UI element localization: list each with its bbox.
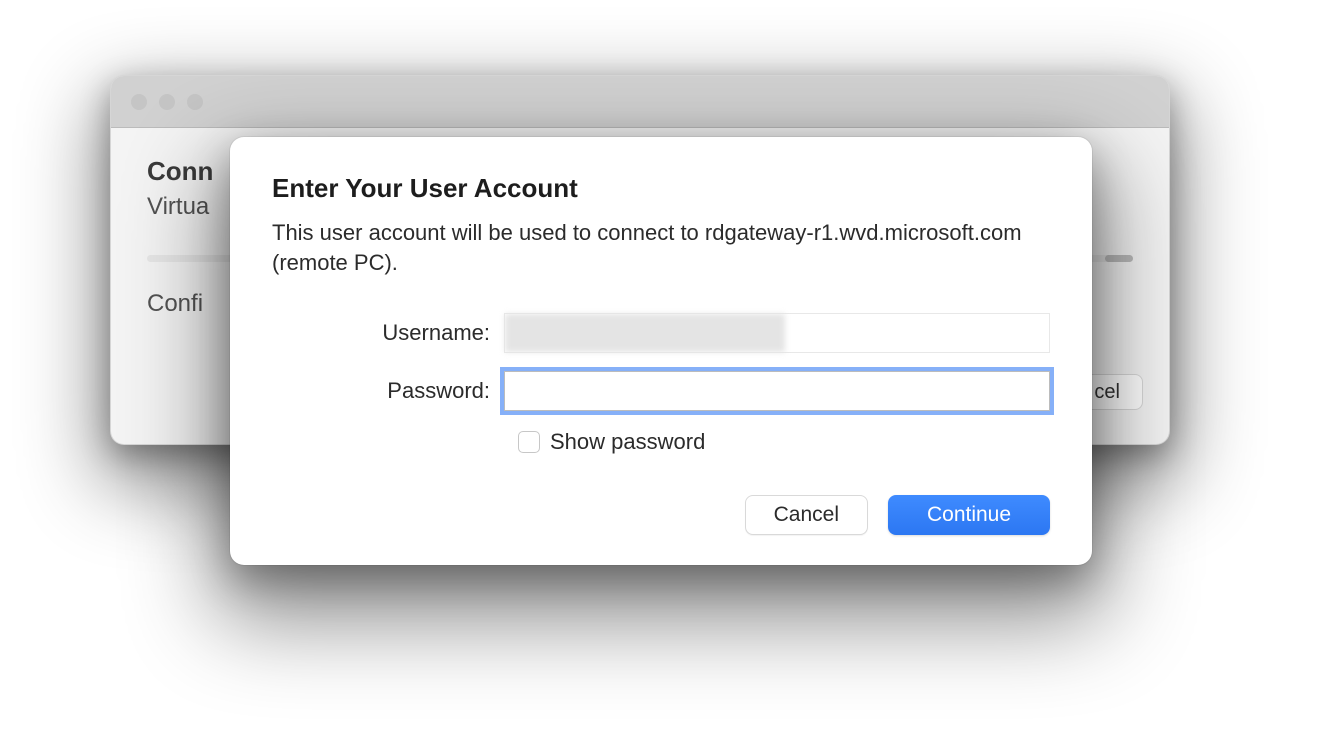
show-password-label: Show password bbox=[550, 429, 705, 455]
dialog-title: Enter Your User Account bbox=[272, 173, 1050, 204]
minimize-icon[interactable] bbox=[159, 94, 175, 110]
cancel-button[interactable]: Cancel bbox=[745, 495, 868, 535]
zoom-icon[interactable] bbox=[187, 94, 203, 110]
show-password-checkbox[interactable] bbox=[518, 431, 540, 453]
password-label: Password: bbox=[272, 378, 504, 404]
close-icon[interactable] bbox=[131, 94, 147, 110]
credentials-dialog: Enter Your User Account This user accoun… bbox=[230, 137, 1092, 565]
titlebar bbox=[111, 76, 1169, 128]
cancel-button-label: Cancel bbox=[774, 503, 839, 527]
password-field[interactable] bbox=[504, 371, 1050, 411]
show-password-row: Show password bbox=[518, 429, 1050, 455]
continue-button[interactable]: Continue bbox=[888, 495, 1050, 535]
password-row: Password: bbox=[272, 371, 1050, 411]
dialog-description: This user account will be used to connec… bbox=[272, 218, 1032, 279]
username-label: Username: bbox=[272, 320, 504, 346]
continue-button-label: Continue bbox=[927, 503, 1011, 527]
username-row: Username: bbox=[272, 313, 1050, 353]
redacted-username bbox=[505, 314, 785, 352]
background-cancel-label: cel bbox=[1094, 381, 1120, 404]
username-field[interactable] bbox=[504, 313, 1050, 353]
dialog-buttons: Cancel Continue bbox=[272, 495, 1050, 535]
